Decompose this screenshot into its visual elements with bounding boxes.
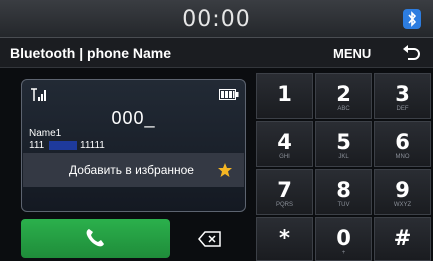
- contact-phone: 111 11111: [29, 140, 105, 151]
- key-digit: 6: [395, 130, 410, 154]
- redaction-bar: [49, 141, 77, 150]
- backspace-icon: [198, 231, 221, 247]
- menu-button[interactable]: MENU: [333, 46, 371, 61]
- add-to-favorites-label: Добавить в избранное: [69, 163, 194, 177]
- star-icon: [218, 163, 232, 177]
- keypad: 1 2 ABC 3 DEF 4 GHI 5 JKL 6 MNO 7 PQRS 8 TUV 9W…: [256, 73, 433, 261]
- backspace-button[interactable]: [175, 219, 245, 258]
- battery-icon: [219, 89, 239, 100]
- key-1[interactable]: 1: [256, 73, 313, 119]
- key-digit: 8: [336, 178, 351, 202]
- key-star[interactable]: *: [256, 217, 313, 261]
- clock: 00:00: [182, 7, 251, 32]
- phone-icon: [86, 229, 104, 247]
- contact-name: Name1: [29, 128, 62, 139]
- key-7[interactable]: 7 PQRS: [256, 169, 313, 215]
- key-2[interactable]: 2 ABC: [315, 73, 372, 119]
- key-digit: 3: [395, 82, 410, 106]
- key-5[interactable]: 5 JKL: [315, 121, 372, 167]
- call-button[interactable]: [21, 219, 170, 258]
- page-title: Bluetooth | phone Name: [10, 45, 172, 61]
- key-letters: MNO: [395, 154, 410, 160]
- key-digit: 0: [336, 226, 351, 250]
- key-digit: 4: [277, 130, 292, 154]
- contact-phone-suffix: 11111: [80, 140, 105, 151]
- key-digit: 2: [336, 82, 351, 106]
- signal-icon: [31, 88, 46, 101]
- key-letters: ABC: [337, 106, 350, 112]
- key-letters: TUV: [337, 202, 350, 208]
- bluetooth-icon: [403, 9, 421, 29]
- key-digit: 1: [277, 82, 292, 106]
- key-8[interactable]: 8 TUV: [315, 169, 372, 215]
- status-bar: 00:00: [0, 0, 433, 38]
- key-0[interactable]: 0 +: [315, 217, 372, 261]
- key-digit: 9: [395, 178, 410, 202]
- key-4[interactable]: 4 GHI: [256, 121, 313, 167]
- key-letters: PQRS: [275, 202, 293, 208]
- key-digit: 7: [277, 178, 292, 202]
- dialed-number: 000_: [111, 108, 156, 128]
- key-letters: DEF: [396, 106, 409, 112]
- key-letters: WXYZ: [393, 202, 412, 208]
- title-bar: Bluetooth | phone Name MENU: [0, 38, 433, 68]
- key-letters: +: [341, 250, 346, 256]
- key-6[interactable]: 6 MNO: [374, 121, 431, 167]
- key-hash[interactable]: #: [374, 217, 431, 261]
- key-9[interactable]: 9 WXYZ: [374, 169, 431, 215]
- contact-phone-prefix: 111: [29, 140, 45, 151]
- back-icon[interactable]: [400, 43, 422, 63]
- key-digit: 5: [336, 130, 351, 154]
- dial-display: 000_ Name1 111 11111 Добавить в избранно…: [21, 79, 246, 212]
- add-to-favorites-button[interactable]: Добавить в избранное: [23, 153, 244, 187]
- key-letters: GHI: [279, 154, 290, 160]
- key-digit: *: [279, 226, 290, 250]
- key-letters: JKL: [338, 154, 349, 160]
- key-digit: #: [393, 226, 412, 250]
- key-3[interactable]: 3 DEF: [374, 73, 431, 119]
